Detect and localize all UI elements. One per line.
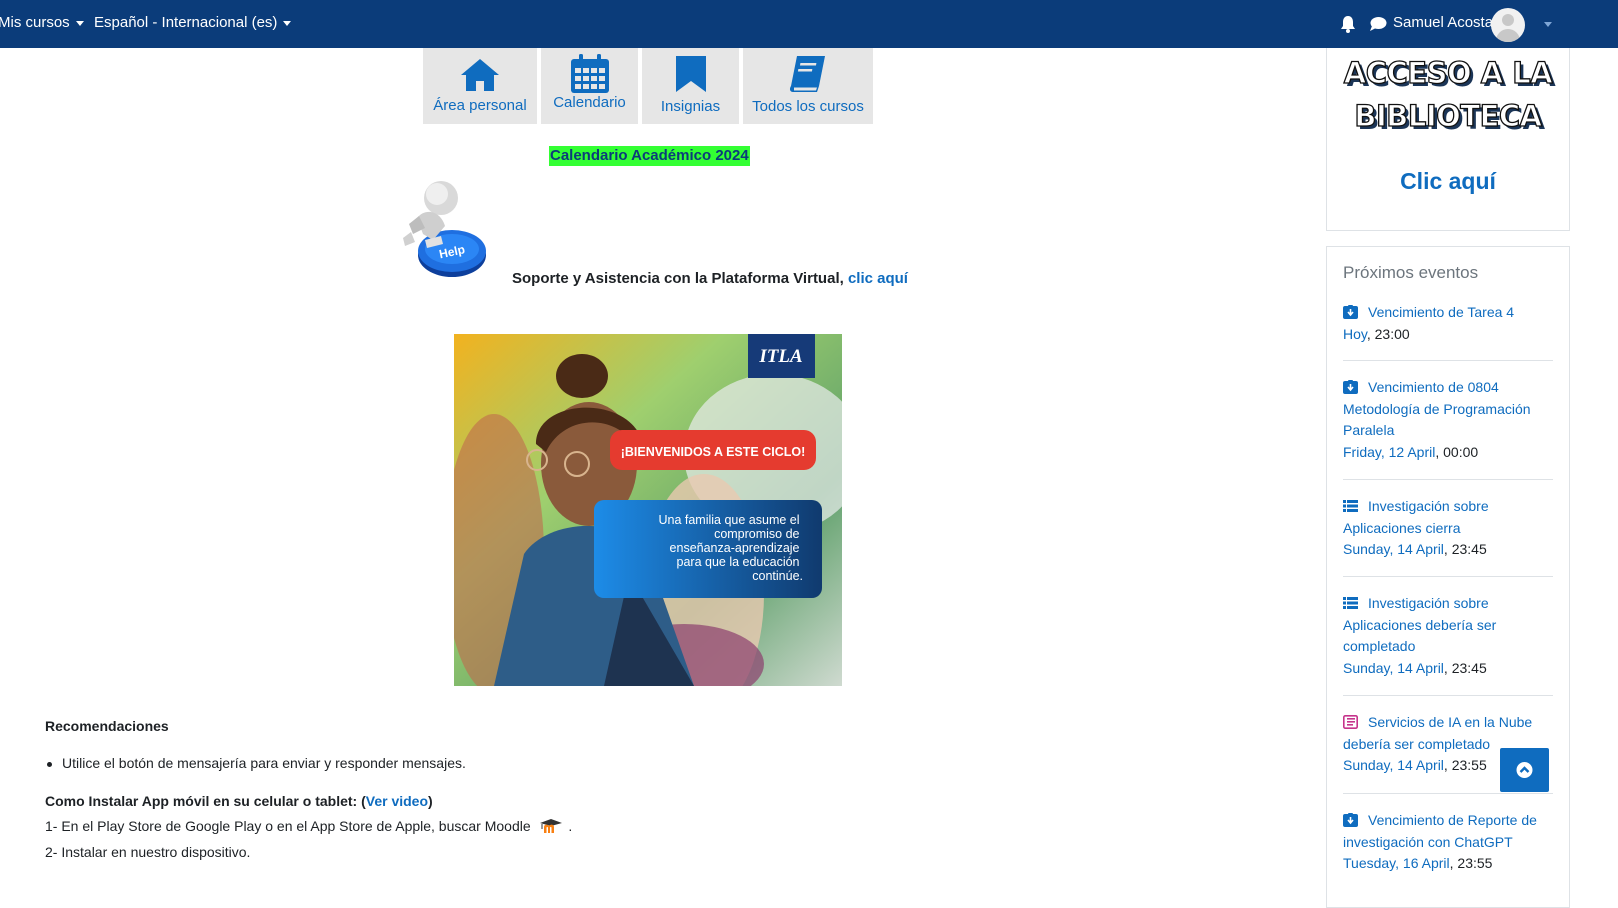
event-date[interactable]: Hoy [1343, 326, 1367, 342]
event-date[interactable]: Sunday, 14 April [1343, 757, 1444, 773]
chevron-down-icon [75, 20, 84, 26]
event-item[interactable]: Investigación sobre Aplicaciones cierra … [1343, 496, 1539, 561]
app-heading-suffix: ) [428, 793, 433, 809]
event-title: Vencimiento de Tarea 4 [1368, 304, 1515, 320]
install-step-1-end: . [568, 818, 573, 834]
event-date[interactable]: Sunday, 14 April [1343, 541, 1444, 557]
welcome-text: ¡BIENVENIDOS A ESTE CICLO! [621, 445, 806, 459]
quick-link-badges[interactable]: Insignias [642, 48, 739, 124]
install-step-2: 2- Instalar en nuestro dispositivo. [45, 844, 251, 860]
event-date[interactable]: Friday, 12 April [1343, 444, 1435, 460]
install-step-1: 1- En el Play Store de Google Play o en … [45, 817, 572, 835]
library-link[interactable]: Clic aquí [1327, 168, 1569, 195]
assignment-icon [1343, 380, 1358, 394]
upcoming-events-block: Próximos eventos Vencimiento de Tarea 4 … [1326, 246, 1570, 908]
quick-link-label: Área personal [433, 97, 527, 114]
bell-icon[interactable] [1338, 14, 1358, 34]
calendar-icon [570, 54, 609, 93]
event-time: , 23:45 [1443, 541, 1487, 557]
divider [1343, 479, 1553, 480]
app-install-heading: Como Instalar App móvil en su celular o … [45, 793, 433, 809]
event-item[interactable]: Vencimiento de Reporte de investigación … [1343, 810, 1539, 875]
event-time: , 23:55 [1449, 855, 1493, 871]
event-time: , 23:45 [1443, 659, 1487, 676]
event-time: , 23:00 [1366, 325, 1410, 342]
user-menu-chevron-icon[interactable] [1544, 22, 1552, 27]
quick-link-calendar[interactable]: Calendario [541, 48, 638, 124]
event-time: , 23:55 [1443, 757, 1487, 773]
divider [1343, 576, 1553, 577]
feedback-icon [1343, 597, 1358, 609]
avatar[interactable] [1491, 8, 1525, 42]
event-title: Vencimiento de 0804 Metodología de Progr… [1343, 379, 1531, 438]
recommendation-item: Utilice el botón de mensajería para envi… [47, 755, 466, 771]
app-heading-prefix: Como Instalar App móvil en su celular o … [45, 793, 366, 809]
event-item[interactable]: Vencimiento de Tarea 4 Hoy, 23:00 [1343, 302, 1539, 345]
divider [1343, 695, 1553, 696]
language-menu[interactable]: Español - Internacional (es) [94, 14, 292, 31]
quick-link-all-courses[interactable]: Todos los cursos [743, 48, 873, 124]
help-figure-image[interactable]: Help [395, 178, 491, 282]
event-title: Investigación sobre Aplicaciones debería… [1343, 595, 1497, 654]
arrow-up-icon [1516, 762, 1533, 778]
event-title: Servicios de IA en la Nube debería ser c… [1343, 714, 1533, 752]
event-time: , 00:00 [1435, 443, 1479, 460]
chat-icon[interactable] [1368, 14, 1388, 34]
quick-link-label: Todos los cursos [752, 98, 864, 115]
event-title: Investigación sobre Aplicaciones cierra [1343, 498, 1489, 536]
library-block: ACCESO A LA BIBLIOTECA Clic aquí [1326, 48, 1570, 231]
quick-link-dashboard[interactable]: Área personal [423, 48, 537, 124]
my-courses-menu[interactable]: Mis cursos [0, 14, 84, 31]
support-label: Soporte y Asistencia con la Plataforma V… [512, 270, 844, 287]
assignment-icon [1343, 305, 1358, 319]
event-title: Vencimiento de Reporte de investigación … [1343, 812, 1537, 850]
event-date[interactable]: Tuesday, 16 April [1343, 855, 1450, 871]
events-title: Próximos eventos [1343, 263, 1479, 282]
support-text: Soporte y Asistencia con la Plataforma V… [512, 270, 908, 287]
divider [1343, 360, 1553, 361]
event-item[interactable]: Vencimiento de 0804 Metodología de Progr… [1343, 377, 1539, 463]
itla-logo-text: ITLA [758, 346, 802, 367]
bookmark-icon [675, 56, 706, 92]
top-navbar: Mis cursos Español - Internacional (es) … [0, 0, 1618, 48]
home-icon [461, 59, 499, 91]
moodle-logo-icon [539, 819, 562, 833]
chevron-down-icon [283, 20, 292, 26]
event-item[interactable]: Investigación sobre Aplicaciones debería… [1343, 593, 1539, 679]
support-link[interactable]: clic aquí [848, 270, 908, 287]
my-courses-label: Mis cursos [0, 14, 70, 31]
lesson-icon [1343, 715, 1358, 729]
library-title-line1: ACCESO A LA [1343, 55, 1553, 90]
library-title-line2: BIBLIOTECA [1354, 98, 1543, 133]
quick-link-label: Calendario [553, 94, 626, 111]
welcome-banner-image: ITLA ¡BIENVENIDOS A ESTE CICLO! Una fami… [454, 334, 842, 686]
back-to-top-button[interactable] [1500, 748, 1549, 792]
bullet-icon [47, 761, 52, 767]
event-date[interactable]: Sunday, 14 April [1343, 660, 1444, 676]
recommendations-heading: Recomendaciones [45, 718, 169, 734]
book-icon [789, 56, 825, 92]
feedback-icon [1343, 500, 1358, 512]
recommendation-text: Utilice el botón de mensajería para envi… [62, 755, 466, 771]
view-video-link[interactable]: Ver video [366, 793, 428, 809]
academic-calendar-link[interactable]: Calendario Académico 2024 [549, 146, 750, 166]
assignment-icon [1343, 813, 1358, 827]
divider [1343, 793, 1553, 794]
quick-link-label: Insignias [660, 98, 721, 115]
language-label: Español - Internacional (es) [94, 14, 278, 31]
user-name[interactable]: Samuel Acosta [1393, 14, 1493, 31]
banner-art: ITLA ¡BIENVENIDOS A ESTE CICLO! Una fami… [454, 334, 842, 686]
install-step-1-text: 1- En el Play Store de Google Play o en … [45, 818, 531, 834]
